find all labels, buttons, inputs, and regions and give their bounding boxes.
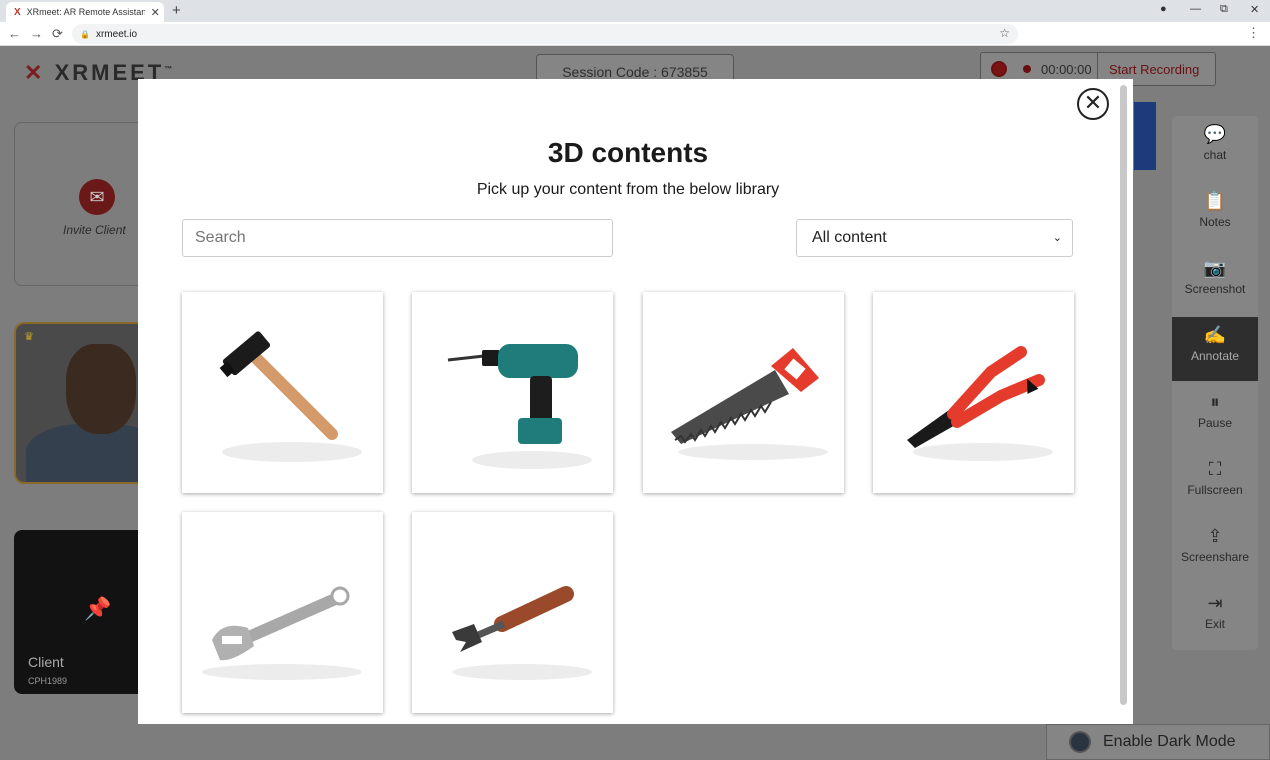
screenshot-button[interactable]: 📷 Screenshot	[1172, 250, 1258, 314]
modal-title: 3D contents	[547, 137, 709, 168]
wrench-icon	[202, 586, 362, 680]
annotate-icon: ✍	[1203, 325, 1227, 345]
exit-label: Exit	[1204, 617, 1225, 631]
invite-client-label: Invite Client	[63, 223, 126, 237]
forward-icon[interactable]: →	[30, 26, 43, 41]
screenshot-label: Screenshot	[1184, 282, 1246, 296]
screenshare-icon: ⇪	[1207, 526, 1223, 546]
pliers-icon	[907, 346, 1053, 461]
window-close-icon[interactable]: ✕	[1250, 3, 1259, 16]
pause-button[interactable]: ⏸ Pause	[1172, 384, 1258, 448]
url-text: xrmeet.io	[95, 28, 138, 40]
browser-tab-bar: X XRmeet: AR Remote Assistance S ✕ + ● —…	[0, 0, 1270, 22]
annotate-label: Annotate	[1190, 349, 1240, 363]
profile-icon[interactable]: ●	[1160, 3, 1167, 15]
notes-button[interactable]: 📋 Notes	[1172, 183, 1258, 247]
fullscreen-button[interactable]: ⛶ Fullscreen	[1172, 451, 1258, 515]
lock-icon: 🔒	[80, 29, 90, 39]
moon-icon	[1069, 731, 1091, 753]
browser-menu-icon[interactable]: ⋮	[1247, 25, 1260, 41]
tab-title: XRmeet: AR Remote Assistance S	[26, 7, 145, 17]
chevron-down-icon: ⌄	[1052, 232, 1062, 244]
recording-timer: 00:00:00	[1041, 62, 1092, 77]
client-device-code: CPH1989	[28, 676, 68, 686]
bookmark-star-icon[interactable]: ☆	[999, 26, 1010, 40]
content-card-pliers[interactable]	[873, 292, 1074, 493]
tab-close-icon[interactable]: ✕	[151, 6, 160, 19]
hammer-icon	[219, 331, 362, 462]
chat-label: chat	[1203, 148, 1227, 162]
minimize-icon[interactable]: —	[1190, 3, 1201, 15]
close-modal-button[interactable]: ✕	[1077, 88, 1109, 120]
record-icon[interactable]	[991, 61, 1007, 77]
search-input[interactable]	[182, 219, 613, 257]
saw-icon	[671, 348, 828, 460]
xrmeet-favicon: X	[14, 6, 21, 18]
content-filter-select[interactable]: All content ⌄	[796, 219, 1073, 257]
modal-scrollbar[interactable]	[1119, 83, 1129, 720]
open-end-wrench-icon	[452, 586, 592, 680]
address-bar-row: ← → ⟳ 🔒 xrmeet.io ☆ ⋮	[0, 22, 1270, 46]
fullscreen-icon: ⛶	[1208, 459, 1222, 479]
client-name: Client	[28, 654, 64, 670]
logo-x-icon: ✕	[24, 60, 46, 85]
enable-dark-mode-toggle[interactable]: Enable Dark Mode	[1046, 724, 1270, 760]
side-toolbar: 💬 chat 📋 Notes 📷 Screenshot ✍ Annotate ⏸ Paus…	[1172, 116, 1258, 650]
notes-label: Notes	[1199, 215, 1231, 229]
content-card-saw[interactable]	[643, 292, 844, 493]
screenshare-label: Screenshare	[1180, 550, 1250, 564]
browser-tab[interactable]: X XRmeet: AR Remote Assistance S ✕	[6, 2, 164, 22]
chat-button[interactable]: 💬 chat	[1172, 116, 1258, 180]
participant-face	[66, 344, 136, 434]
exit-button[interactable]: ⇥ Exit	[1172, 585, 1258, 649]
screenshare-button[interactable]: ⇪ Screenshare	[1172, 518, 1258, 582]
new-tab-icon[interactable]: +	[172, 2, 181, 19]
pause-label: Pause	[1197, 416, 1233, 430]
fullscreen-label: Fullscreen	[1187, 483, 1243, 497]
crown-icon: ♛	[24, 331, 34, 343]
recording-status-dot	[1023, 65, 1031, 73]
toolbar-blue-accent	[1134, 102, 1156, 170]
back-icon[interactable]: ←	[8, 26, 21, 41]
logo-trademark: ™	[164, 64, 176, 74]
content-card-hammer[interactable]	[182, 292, 383, 493]
content-card-drill[interactable]	[412, 292, 613, 493]
notes-icon: 📋	[1203, 191, 1227, 211]
scrollbar-thumb[interactable]	[1120, 85, 1127, 705]
3d-contents-modal: ✕ 3D contents Pick up your content from …	[138, 79, 1133, 724]
chat-icon: 💬	[1203, 124, 1227, 144]
pause-icon: ⏸	[1210, 392, 1220, 412]
annotate-button[interactable]: ✍ Annotate	[1172, 317, 1258, 381]
content-card-open-end-wrench[interactable]	[412, 512, 613, 713]
url-input[interactable]: 🔒 xrmeet.io ☆	[72, 24, 1018, 44]
pin-icon: 📌	[84, 596, 112, 621]
maximize-icon[interactable]: ⧉	[1220, 3, 1228, 16]
camera-icon: 📷	[1203, 258, 1227, 278]
modal-subtitle: Pick up your content from the below libr…	[476, 181, 780, 198]
exit-icon: ⇥	[1207, 593, 1223, 613]
mail-icon: ✉	[79, 179, 115, 215]
filter-selected-value: All content	[812, 229, 887, 246]
reload-icon[interactable]: ⟳	[52, 26, 63, 42]
drill-icon	[447, 344, 592, 469]
content-card-wrench[interactable]	[182, 512, 383, 713]
dark-mode-label: Enable Dark Mode	[1103, 733, 1236, 750]
start-recording-button[interactable]: Start Recording	[1109, 62, 1199, 77]
